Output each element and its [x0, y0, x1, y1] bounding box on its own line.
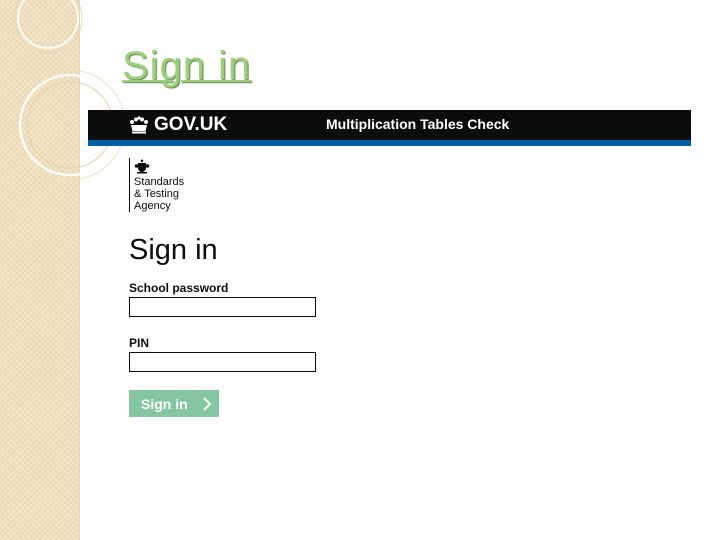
govuk-logo-text: GOV.UK [154, 114, 228, 135]
sign-in-button-label: Sign in [141, 395, 188, 412]
crown-icon [130, 116, 148, 134]
royal-crest-icon [134, 159, 150, 174]
sta-logo-line: Standards [134, 176, 185, 188]
sta-logo-line: Agency [134, 200, 171, 212]
govuk-header: GOV.UK Multiplication Tables Check [88, 110, 691, 140]
school-password-label: School password [129, 281, 229, 295]
slide-title: Sign in [122, 44, 252, 88]
decorative-side-strip [0, 0, 80, 540]
service-name-link[interactable]: Multiplication Tables Check [326, 116, 509, 132]
page-heading: Sign in [129, 234, 218, 266]
chevron-right-icon [202, 396, 212, 411]
sta-logo-line: & Testing [134, 188, 180, 200]
header-blue-bar [88, 140, 691, 146]
school-password-input[interactable] [129, 297, 316, 317]
sta-logo: Standards & Testing Agency [129, 158, 214, 212]
pin-label: PIN [129, 336, 150, 350]
pin-input[interactable] [129, 352, 316, 372]
govuk-logo-link[interactable]: GOV.UK [128, 115, 227, 135]
sign-in-button[interactable]: Sign in [129, 390, 219, 417]
